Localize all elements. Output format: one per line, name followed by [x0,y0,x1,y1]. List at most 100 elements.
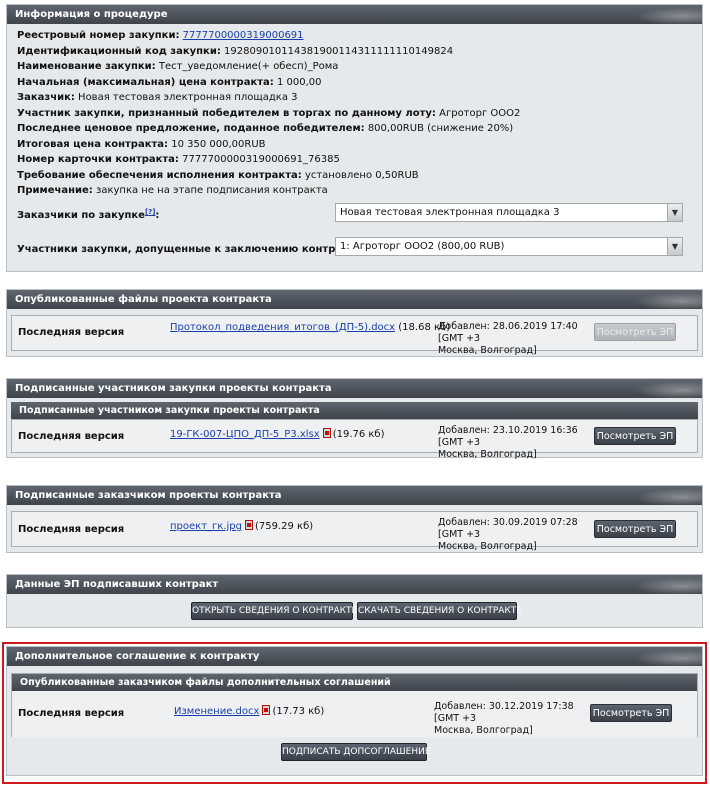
signed-customer-row: Последняя версия проект_гк.jpg (759.29 кб… [11,511,698,552]
version-label: Последняя версия [18,431,125,442]
added-date-line2: Москва, Волгоград] [438,541,537,552]
file-link[interactable]: 19-ГК-007-ЦПО_ДП-5_Р3.xlsx [170,429,320,440]
info-line-value: 800,00RUB (снижение 20%) [367,123,514,134]
addendum-file-row: Последняя версия Изменение.docx (17.73 кб… [12,691,697,737]
file-link[interactable]: Протокол_подведения_итогов_(ДП-5).docx [170,322,395,333]
info-line-label: Заказчик: [17,92,75,103]
version-label: Последняя версия [18,327,125,338]
added-date-line1: Добавлен: 30.12.2019 17:38 [GMT +3 [434,701,574,724]
info-line-value: установлено 0,50RUB [304,169,419,181]
info-line-label: Примечание: [17,185,93,196]
added-date: Добавлен: 23.10.2019 16:36 [GMT +3 Москва… [438,425,598,461]
info-line: Требование обеспечения исполнения контра… [17,168,702,184]
participants-select-value: 1: Агроторг ООО2 (800,00 RUB) [340,241,505,252]
info-line: Начальная (максимальная) цена контракта:… [17,75,702,91]
info-line-label: Начальная (максимальная) цена контракта: [17,76,274,88]
chevron-down-icon[interactable]: ▼ [667,238,682,255]
info-line-label: Последнее ценовое предложение, поданное … [17,123,365,134]
customers-label-row: Заказчики по закупке[?]: [17,208,159,221]
info-line-label: Идентификационный код закупки: [17,45,221,57]
file-cell: проект_гк.jpg (759.29 кб) [170,520,313,532]
participants-select[interactable]: 1: Агроторг ООО2 (800,00 RUB) ▼ [335,237,683,256]
chevron-down-icon[interactable]: ▼ [667,204,682,221]
signed-file-icon [244,520,253,530]
info-line: Номер карточки контракта: 77777000003190… [17,152,702,168]
file-link[interactable]: проект_гк.jpg [170,521,242,532]
info-line: Заказчик: Новая тестовая электронная пло… [17,90,702,106]
info-line-value: Агроторг ООО2 [439,107,521,119]
sign-addendum-button[interactable]: Подписать допсоглашение [281,743,431,761]
header-decoration [622,575,702,594]
signature-data-header: Данные ЭП подписавших контракт [7,575,702,594]
info-line: Примечание: закупка не на этапе подписан… [17,183,702,199]
published-files-row: Последняя версия Протокол_подведения_ито… [11,315,698,356]
signed-customer-title: Подписанные заказчиком проекты контракта [15,490,282,501]
customers-label: Заказчики по закупке [17,210,145,221]
signed-participant-row: Последняя версия 19-ГК-007-ЦПО_ДП-5_Р3.x… [11,419,698,460]
added-date-line1: Добавлен: 28.06.2019 17:40 [GMT +3 [438,321,578,344]
info-line-label: Номер карточки контракта: [17,154,179,165]
open-contract-info-button[interactable]: Открыть сведения о контракте [191,602,357,620]
added-date: Добавлен: 30.12.2019 17:38 [GMT +3 Москва… [434,701,594,737]
info-line-value: закупка не на этапе подписания контракта [96,185,328,196]
download-contract-info-button[interactable]: Скачать сведения о контракте [357,602,522,620]
added-date: Добавлен: 28.06.2019 17:40 [GMT +3 Москва… [438,321,598,357]
header-decoration [622,5,702,24]
info-line-label: Итоговая цена контракта: [17,138,169,150]
added-date-line2: Москва, Волгоград] [438,345,537,356]
customers-help-link[interactable]: [?] [145,208,155,216]
info-line-value[interactable]: 7777700000319000691 [183,30,304,41]
file-cell: Протокол_подведения_итогов_(ДП-5).docx (… [170,322,450,333]
info-line-value: 192809010114381900114311111110149824 [224,45,454,57]
info-line-label: Требование обеспечения исполнения контра… [17,169,302,181]
customers-select[interactable]: Новая тестовая электронная площадка 3 ▼ [335,203,683,222]
header-decoration [622,486,702,505]
added-date-line1: Добавлен: 23.10.2019 16:36 [GMT +3 [438,425,578,448]
signed-participant-panel: Подписанные участником закупки проекты к… [6,378,703,460]
procedure-info-panel: Информация о процедуре Реестровый номер … [6,4,703,272]
view-signature-button[interactable]: Посмотреть ЭП [594,323,676,341]
file-link[interactable]: Изменение.docx [174,706,259,717]
info-line: Наименование закупки: Тест_уведомление(+… [17,59,702,75]
info-line-value: 10 350 000,00RUB [171,138,266,150]
info-line: Итоговая цена контракта: 10 350 000,00RU… [17,137,702,153]
info-line: Реестровый номер закупки: 77777000003190… [17,28,702,44]
participants-label-row: Участники закупки, допущенные к заключен… [17,242,376,255]
signature-data-panel: Данные ЭП подписавших контракт Открыть с… [6,574,703,628]
info-line-label: Участник закупки, признанный победителем… [17,107,436,119]
signed-file-icon [262,705,271,715]
info-line-value: Новая тестовая электронная площадка 3 [78,92,298,103]
info-line: Идентификационный код закупки: 192809010… [17,44,702,60]
info-line: Участник закупки, признанный победителем… [17,106,702,122]
header-decoration [622,647,702,666]
file-cell: Изменение.docx (17.73 кб) [174,705,324,717]
signed-file-icon [322,428,331,438]
info-line-value: Тест_уведомление(+ обесп)_Рома [158,61,339,72]
version-label: Последняя версия [18,708,125,719]
published-files-panel: Опубликованные файлы проекта контракта П… [6,289,703,357]
signed-participant-subheader: Подписанные участником закупки проекты к… [11,402,698,419]
customers-colon: : [155,210,160,221]
view-signature-button[interactable]: Посмотреть ЭП [590,704,672,722]
header-decoration [622,379,702,398]
signature-data-title: Данные ЭП подписавших контракт [15,579,219,590]
file-size: (759.29 кб) [254,521,314,532]
added-date-line2: Москва, Волгоград] [438,449,537,460]
addendum-header: Дополнительное соглашение к контракту [7,647,702,666]
procedure-info-title: Информация о процедуре [15,9,168,20]
view-signature-button[interactable]: Посмотреть ЭП [594,520,676,538]
added-date-line1: Добавлен: 30.09.2019 07:28 [GMT +3 [438,517,578,540]
published-files-header: Опубликованные файлы проекта контракта [7,290,702,309]
info-line-value: 7777700000319000691_76385 [182,154,340,165]
version-label: Последняя версия [18,524,125,535]
signed-customer-panel: Подписанные заказчиком проекты контракта… [6,485,703,553]
added-date-line2: Москва, Волгоград] [434,725,533,736]
file-size: (19.76 кб) [332,429,385,440]
addendum-files-subheader: Опубликованные заказчиком файлы дополнит… [12,674,697,691]
view-signature-button[interactable]: Посмотреть ЭП [594,427,676,445]
info-line-value: 1 000,00 [276,76,322,88]
info-line: Последнее ценовое предложение, поданное … [17,121,702,137]
signed-customer-header: Подписанные заказчиком проекты контракта [7,486,702,505]
procedure-info-header: Информация о процедуре [7,5,702,24]
info-line-label: Реестровый номер закупки: [17,30,180,41]
